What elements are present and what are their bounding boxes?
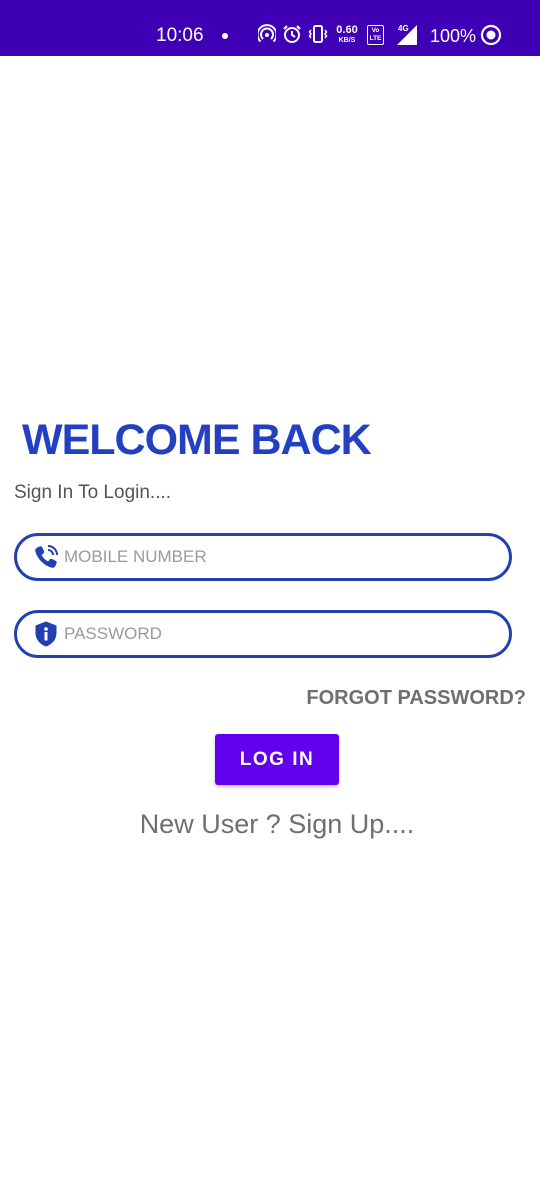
- status-time: 10:06: [156, 25, 204, 46]
- network-speed-value: 0.60: [336, 24, 358, 36]
- network-speed-unit: KB/S: [338, 37, 356, 44]
- signup-link[interactable]: New User ? Sign Up....: [0, 809, 540, 840]
- battery-percentage: 100%: [430, 26, 477, 46]
- battery-icon: [480, 24, 502, 46]
- network-speed: 0.60 KB/S: [334, 25, 360, 46]
- forgot-password-link[interactable]: FORGOT PASSWORD?: [306, 687, 526, 710]
- page-title: WELCOME BACK: [22, 416, 372, 464]
- volte-icon: Vo LTE: [367, 25, 384, 45]
- alarm-icon: [283, 25, 301, 43]
- password-field[interactable]: [14, 610, 512, 658]
- signal-icon: [397, 25, 417, 45]
- notification-dot-icon: [222, 33, 228, 39]
- page-subtitle: Sign In To Login....: [14, 482, 172, 503]
- password-input[interactable]: [64, 624, 484, 644]
- mobile-number-input[interactable]: [64, 547, 484, 567]
- phone-icon: [35, 545, 58, 568]
- hotspot-icon: [258, 24, 276, 43]
- login-button[interactable]: LOG IN: [215, 734, 339, 785]
- mobile-number-field[interactable]: [14, 533, 512, 581]
- vibrate-icon: [308, 25, 328, 43]
- status-bar: 10:06 0.60 KB/S Vo LTE 4G 100%: [0, 0, 540, 56]
- shield-info-icon: [35, 621, 57, 647]
